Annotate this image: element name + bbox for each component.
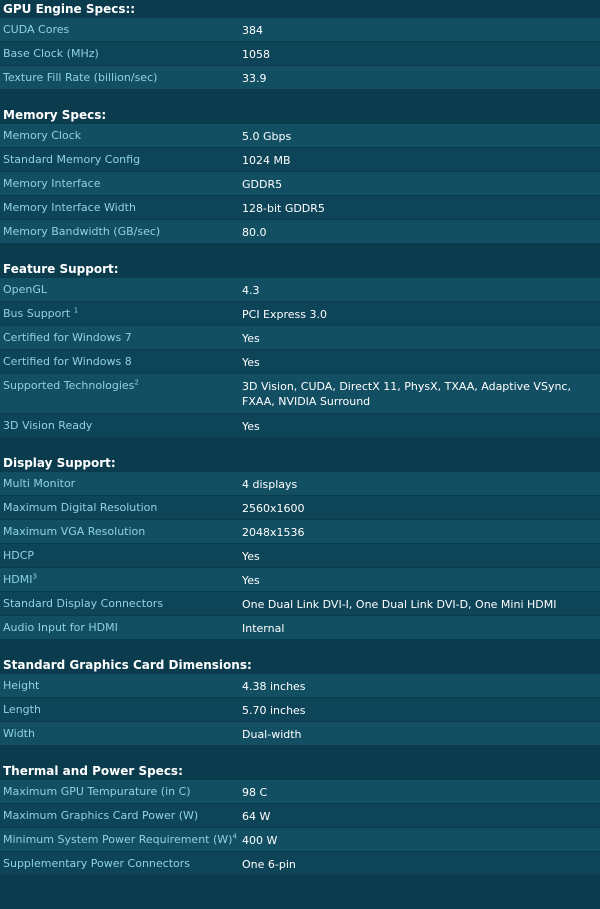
spec-sheet: GPU Engine Specs:: CUDA Cores 384 Base C…: [0, 0, 600, 875]
spec-label: HDCP: [3, 549, 35, 562]
spec-row-max-vga-resolution: Maximum VGA Resolution 2048x1536: [0, 520, 600, 544]
spec-label: Memory Interface: [3, 177, 101, 190]
spec-value: 2560x1600: [242, 502, 305, 515]
footnote-marker: 4: [232, 832, 237, 841]
spec-value: GDDR5: [242, 178, 283, 191]
spec-row-hdmi: HDMI3 Yes: [0, 568, 600, 592]
spec-row-min-system-power: Minimum System Power Requirement (W)4 40…: [0, 828, 600, 852]
spec-row-cuda-cores: CUDA Cores 384: [0, 18, 600, 42]
spec-value: Yes: [242, 356, 260, 369]
spec-label: Supplementary Power Connectors: [3, 857, 190, 870]
spec-value: 384: [242, 24, 263, 37]
spec-row-width: Width Dual-width: [0, 722, 600, 746]
footnote-marker: 3: [32, 572, 37, 581]
spec-label: Certified for Windows 7: [3, 331, 132, 344]
spec-label: Maximum VGA Resolution: [3, 525, 146, 538]
footnote-marker: 2: [134, 378, 139, 387]
spec-value: Yes: [242, 332, 260, 345]
spec-label: Standard Memory Config: [3, 153, 141, 166]
footnote-marker: 1: [73, 306, 79, 315]
spec-row-memory-interface: Memory Interface GDDR5: [0, 172, 600, 196]
spec-label: Multi Monitor: [3, 477, 76, 490]
spec-row-base-clock: Base Clock (MHz) 1058: [0, 42, 600, 66]
spec-label: Memory Bandwidth (GB/sec): [3, 225, 161, 238]
spec-value: 4 displays: [242, 478, 298, 491]
spec-row-height: Height 4.38 inches: [0, 674, 600, 698]
spec-row-max-digital-resolution: Maximum Digital Resolution 2560x1600: [0, 496, 600, 520]
section-title-gpu-engine: GPU Engine Specs::: [0, 0, 600, 18]
spec-row-supplementary-power: Supplementary Power Connectors One 6-pin: [0, 852, 600, 875]
spec-label: Height: [3, 679, 40, 692]
spec-label: Width: [3, 727, 35, 740]
spec-value: 64 W: [242, 810, 271, 823]
spec-value: 3D Vision, CUDA, DirectX 11, PhysX, TXAA…: [242, 380, 571, 408]
spec-value: Yes: [242, 420, 260, 433]
section-title-dimensions: Standard Graphics Card Dimensions:: [0, 656, 600, 674]
spec-row-hdcp: HDCP Yes: [0, 544, 600, 568]
spec-label: OpenGL: [3, 283, 48, 296]
spec-value: 80.0: [242, 226, 267, 239]
spec-label: Standard Display Connectors: [3, 597, 164, 610]
spec-label: Audio Input for HDMI: [3, 621, 118, 634]
spec-row-opengl: OpenGL 4.3: [0, 278, 600, 302]
spec-row-memory-clock: Memory Clock 5.0 Gbps: [0, 124, 600, 148]
spec-value: 1024 MB: [242, 154, 291, 167]
spec-value: Dual-width: [242, 728, 302, 741]
spec-label-text: HDMI: [3, 573, 33, 586]
section-title-feature-support: Feature Support:: [0, 260, 600, 278]
spec-row-audio-input-hdmi: Audio Input for HDMI Internal: [0, 616, 600, 640]
spec-label: Certified for Windows 8: [3, 355, 132, 368]
spec-label-text: Supported Technologies: [3, 379, 135, 392]
spec-value: One 6-pin: [242, 858, 296, 871]
spec-row-max-card-power: Maximum Graphics Card Power (W) 64 W: [0, 804, 600, 828]
spec-value: 2048x1536: [242, 526, 305, 539]
spec-label: Length: [3, 703, 41, 716]
spec-label: CUDA Cores: [3, 23, 70, 36]
spec-label: Memory Interface Width: [3, 201, 136, 214]
spec-label-text: Minimum System Power Requirement (W): [3, 833, 233, 846]
spec-label: Bus Support 1: [0, 302, 242, 320]
spec-value: One Dual Link DVI-I, One Dual Link DVI-D…: [242, 598, 557, 611]
section-title-memory: Memory Specs:: [0, 106, 600, 124]
spec-label: Maximum Graphics Card Power (W): [3, 809, 199, 822]
spec-row-memory-config: Standard Memory Config 1024 MB: [0, 148, 600, 172]
section-title-display-support: Display Support:: [0, 454, 600, 472]
spec-label: Minimum System Power Requirement (W)4: [0, 828, 242, 846]
spec-value: 5.70 inches: [242, 704, 306, 717]
spec-value: 128-bit GDDR5: [242, 202, 325, 215]
spec-row-supported-technologies: Supported Technologies2 3D Vision, CUDA,…: [0, 374, 600, 414]
spec-row-memory-interface-width: Memory Interface Width 128-bit GDDR5: [0, 196, 600, 220]
spec-label: Supported Technologies2: [0, 374, 242, 392]
spec-label: HDMI3: [0, 568, 242, 586]
spec-row-3d-vision-ready: 3D Vision Ready Yes: [0, 414, 600, 438]
spec-row-texture-fill-rate: Texture Fill Rate (billion/sec) 33.9: [0, 66, 600, 90]
spec-row-bus-support: Bus Support 1 PCI Express 3.0: [0, 302, 600, 326]
spec-value: Yes: [242, 574, 260, 587]
spec-row-display-connectors: Standard Display Connectors One Dual Lin…: [0, 592, 600, 616]
spec-label: Maximum Digital Resolution: [3, 501, 158, 514]
spec-label: Maximum GPU Tempurature (in C): [3, 785, 191, 798]
spec-row-multi-monitor: Multi Monitor 4 displays: [0, 472, 600, 496]
spec-value: 98 C: [242, 786, 268, 799]
spec-value: 1058: [242, 48, 270, 61]
spec-value: 400 W: [242, 834, 278, 847]
spec-value: Internal: [242, 622, 285, 635]
spec-value: 4.38 inches: [242, 680, 306, 693]
spec-label: 3D Vision Ready: [3, 419, 93, 432]
spec-label: Base Clock (MHz): [3, 47, 99, 60]
spec-label: Texture Fill Rate (billion/sec): [3, 71, 158, 84]
spec-row-memory-bandwidth: Memory Bandwidth (GB/sec) 80.0: [0, 220, 600, 244]
spec-value: Yes: [242, 550, 260, 563]
spec-row-certified-windows-7: Certified for Windows 7 Yes: [0, 326, 600, 350]
spec-value: 5.0 Gbps: [242, 130, 292, 143]
spec-value: PCI Express 3.0: [242, 308, 327, 321]
spec-row-certified-windows-8: Certified for Windows 8 Yes: [0, 350, 600, 374]
spec-value: 4.3: [242, 284, 260, 297]
section-title-thermal-power: Thermal and Power Specs:: [0, 762, 600, 780]
spec-value: 33.9: [242, 72, 267, 85]
spec-label: Memory Clock: [3, 129, 82, 142]
spec-label-text: Bus Support: [3, 307, 74, 320]
spec-row-max-gpu-temp: Maximum GPU Tempurature (in C) 98 C: [0, 780, 600, 804]
spec-row-length: Length 5.70 inches: [0, 698, 600, 722]
